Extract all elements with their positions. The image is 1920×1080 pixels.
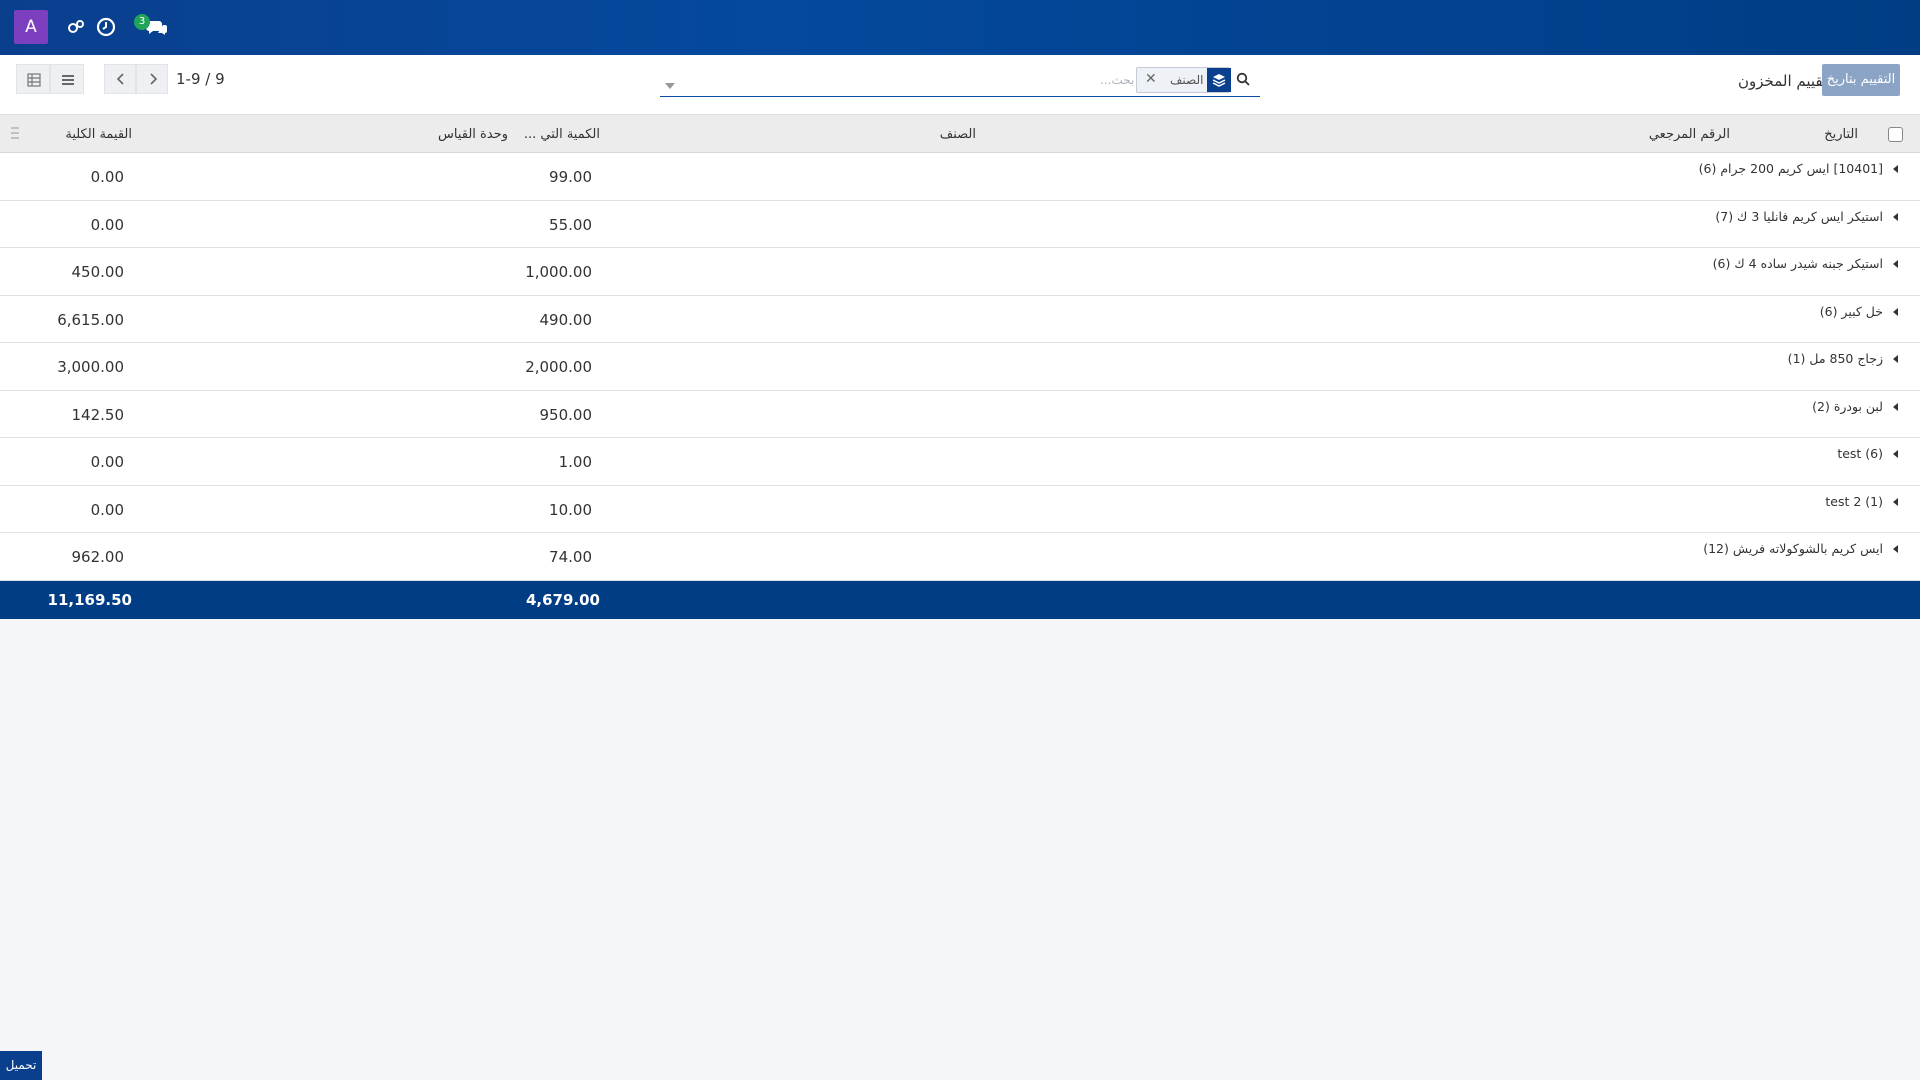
group-row[interactable]: [10401] ايس كريم 200 جرام (6) 99.00 0.00 [0,153,1920,201]
search-options-dropdown-icon[interactable] [665,77,675,93]
group-quantity: 950.00 [539,405,593,424]
group-total-value: 450.00 [71,263,125,281]
group-by-layers-icon [1207,68,1231,92]
header-total-value[interactable]: القيمة الكلية [65,127,132,142]
pivot-view-button[interactable] [16,64,50,94]
group-label: test 2 (1) [1825,493,1883,509]
group-label: test (6) [1837,446,1883,461]
table-header: التاريخ الرقم المرجعي الصنف الكمية التي … [0,115,1920,153]
group-total-value: 142.50 [71,405,125,424]
total-value: 11,169.50 [47,590,132,609]
caret-left-icon [1893,402,1898,411]
table-grid-icon [27,73,41,87]
group-label: خل كبير (6) [1819,303,1883,319]
group-total-value: 962.00 [71,548,125,566]
group-quantity: 10.00 [549,500,592,519]
group-row[interactable]: test 2 (1) 10.00 0.00 [0,485,1920,533]
group-total-value: 0.00 [90,168,124,186]
facet-label: الصنف [1170,73,1204,87]
group-label: ايس كريم بالشوكولاته فريش (12) [1703,541,1883,556]
caret-left-icon [1893,165,1898,173]
list-icon [62,75,74,85]
control-panel: 1-9 / 9 بحث... ✕ الصنف تقييم المخزون الت… [0,55,1920,115]
group-quantity: 74.00 [549,548,592,566]
group-quantity: 55.00 [549,215,592,234]
group-row[interactable]: test (6) 1.00 0.00 [0,438,1920,486]
group-label: [10401] ايس كريم 200 جرام (6) [1698,161,1883,176]
caret-left-icon [1893,355,1898,363]
caret-left-icon [1893,212,1898,221]
group-total-value: 0.00 [90,500,124,519]
group-total-value: 6,615.00 [57,310,124,329]
group-row[interactable]: لبن بودرة (2) 950.00 142.50 [0,390,1920,438]
group-label: استيكر ايس كريم فانليا 3 ك (7) [1715,208,1883,224]
caret-left-icon [1893,450,1898,458]
settings-gear-icon[interactable] [66,17,88,39]
pager-value[interactable]: 1-9 / 9 [176,70,225,88]
group-quantity: 1,000.00 [525,263,592,281]
group-row[interactable]: استيكر ايس كريم فانليا 3 ك (7) 55.00 0.0… [0,200,1920,248]
group-quantity: 99.00 [549,168,592,186]
pager-next-button[interactable] [136,64,168,94]
group-row[interactable]: زجاج 850 مل (1) 2,000.00 3,000.00 [0,343,1920,391]
download-button[interactable]: تحميل [0,1051,42,1080]
caret-left-icon [1893,545,1898,553]
inventory-at-date-button[interactable]: التقييم بتاريخ [1822,64,1900,96]
pager-prev-button[interactable] [104,64,136,94]
group-label: زجاج 850 مل (1) [1787,351,1883,366]
header-product[interactable]: الصنف [940,127,976,142]
header-date[interactable]: التاريخ [1824,127,1858,142]
header-reference[interactable]: الرقم المرجعي [1649,127,1730,142]
user-avatar[interactable]: A [14,10,48,44]
page-title: تقييم المخزون [1738,72,1828,90]
list-view-button[interactable] [50,64,84,94]
group-row[interactable]: استيكر جبنه شيدر ساده 4 ك (6) 1,000.00 4… [0,248,1920,296]
chevron-right-icon [150,73,158,85]
facet-remove-icon[interactable]: ✕ [1145,71,1157,87]
clock-icon[interactable] [96,17,118,39]
group-quantity: 1.00 [558,453,592,471]
search-input[interactable]: بحث... [1100,73,1134,87]
valuation-table: التاريخ الرقم المرجعي الصنف الكمية التي … [0,115,1920,619]
caret-left-icon [1893,260,1898,268]
table-footer-totals: 4,679.00 11,169.50 [0,580,1920,619]
top-navbar: A 3 [0,0,1920,55]
group-total-value: 0.00 [90,453,124,471]
header-quantity[interactable]: الكمية التي ... [524,127,600,142]
group-label: لبن بودرة (2) [1812,398,1883,414]
caret-left-icon [1893,307,1898,316]
group-total-value: 3,000.00 [57,358,124,376]
column-options-icon[interactable] [10,125,20,141]
chevron-left-icon [116,73,124,85]
search-icon[interactable] [1236,72,1250,90]
caret-left-icon [1893,497,1898,506]
group-quantity: 2,000.00 [525,358,592,376]
select-all-checkbox[interactable] [1888,127,1903,142]
group-label: استيكر جبنه شيدر ساده 4 ك (6) [1712,256,1883,271]
search-facet-groupby: ✕ الصنف [1136,67,1231,93]
group-row[interactable]: ايس كريم بالشوكولاته فريش (12) 74.00 962… [0,533,1920,581]
chat-badge: 3 [134,14,150,30]
group-total-value: 0.00 [90,215,124,234]
total-quantity: 4,679.00 [525,590,600,609]
header-uom[interactable]: وحدة القياس [438,127,508,142]
group-row[interactable]: خل كبير (6) 490.00 6,615.00 [0,295,1920,343]
group-quantity: 490.00 [539,310,593,329]
